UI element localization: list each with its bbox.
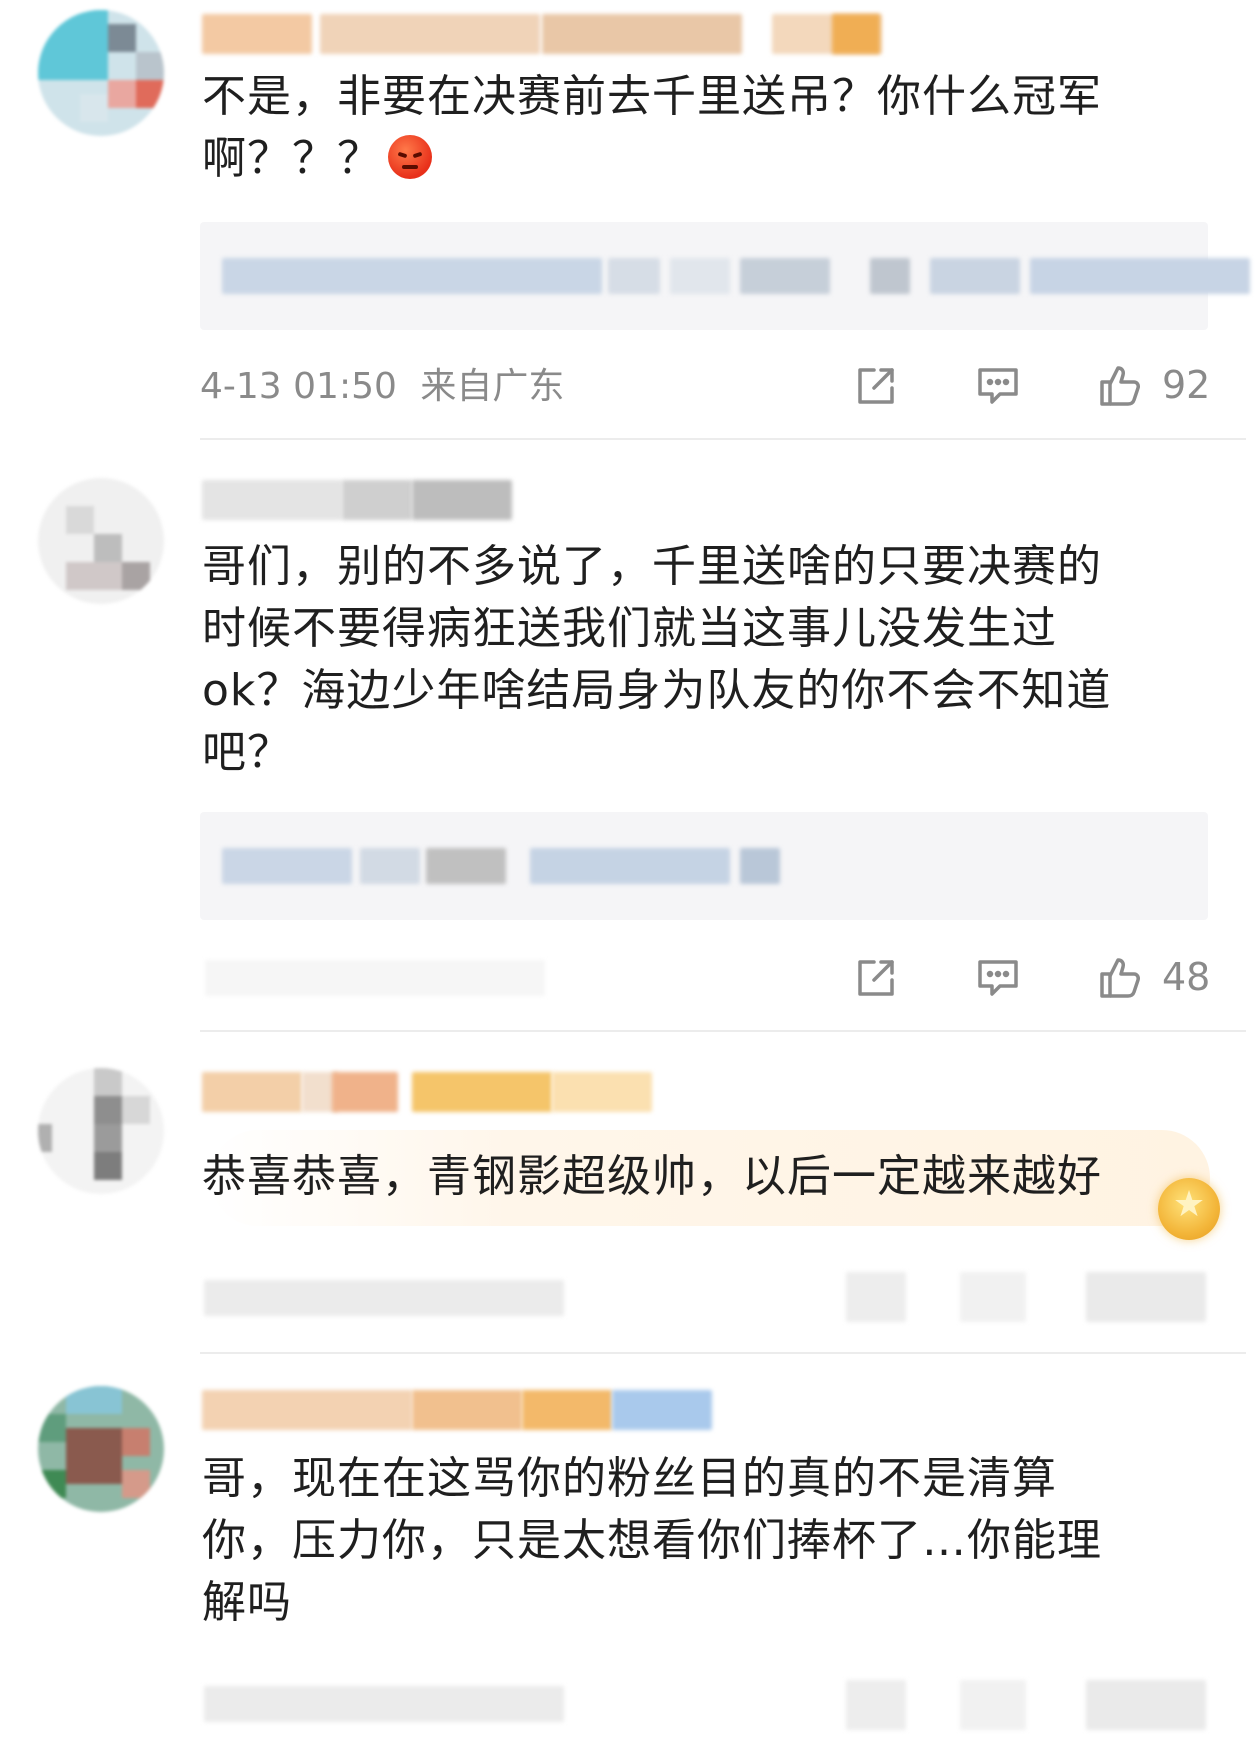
username-blurred[interactable] [202,480,762,520]
divider [200,438,1246,440]
comment-line: 吧？ [202,727,292,778]
gold-star-badge-icon [1158,1178,1220,1240]
comment-icon[interactable] [974,362,1022,410]
comment-actions: 92 [840,356,1210,416]
comment-line: 解吗 [202,1577,292,1628]
comment-text: 不是，非要在决赛前去千里送吊？你什么冠军 啊？？？ [202,66,1192,190]
thumbs-up-icon[interactable] [1096,362,1144,410]
comment-meta: 4-13 01:50 来自广东 [200,362,564,412]
like-count: 92 [1162,363,1211,407]
comment-line: 哥们，别的不多说了，千里送啥的只要决赛的 [202,541,1102,592]
location: 来自广东 [420,366,565,407]
avatar[interactable] [38,1386,164,1512]
timestamp: 4-13 01:50 [200,366,397,407]
avatar[interactable] [38,1068,164,1194]
quoted-reply-blurred[interactable] [200,222,1250,330]
divider [200,1030,1246,1032]
comment-line: 恭喜恭喜，青钢影超级帅，以后一定越来越好 [202,1151,1102,1202]
username-blurred[interactable] [202,1072,762,1112]
comment-icon[interactable] [974,954,1022,1002]
comment-line: 你，压力你，只是太想看你们捧杯了…你能理 [202,1515,1102,1566]
comment-line: ok？海边少年啥结局身为队友的你不会不知道 [202,665,1112,716]
like-count: 48 [1162,955,1211,999]
avatar[interactable] [38,10,164,136]
share-icon[interactable] [852,954,900,1002]
comment-line: 不是，非要在决赛前去千里送吊？你什么冠军 [202,71,1102,122]
comment-text: 哥，现在在这骂你的粉丝目的真的不是清算 你，压力你，只是太想看你们捧杯了…你能理… [202,1448,1192,1634]
angry-face-emoji [388,135,432,179]
divider [200,1352,1246,1354]
comment-line-text: 啊？？？ [202,133,382,184]
comment-line: 啊？？？ [202,128,1192,190]
thumbs-up-icon[interactable] [1096,954,1144,1002]
comment-actions: 48 [840,948,1210,1008]
comment-line: 哥，现在在这骂你的粉丝目的真的不是清算 [202,1453,1057,1504]
comment-text: 恭喜恭喜，青钢影超级帅，以后一定越来越好 [202,1146,1192,1208]
avatar[interactable] [38,478,164,604]
comment-text: 哥们，别的不多说了，千里送啥的只要决赛的 时候不要得病狂送我们就当这事儿没发生过… [202,536,1192,784]
username-blurred[interactable] [202,1390,762,1430]
username-blurred[interactable] [202,14,882,54]
share-icon[interactable] [852,362,900,410]
comment-line: 时候不要得病狂送我们就当这事儿没发生过 [202,603,1057,654]
quoted-reply-blurred[interactable] [200,812,1208,920]
